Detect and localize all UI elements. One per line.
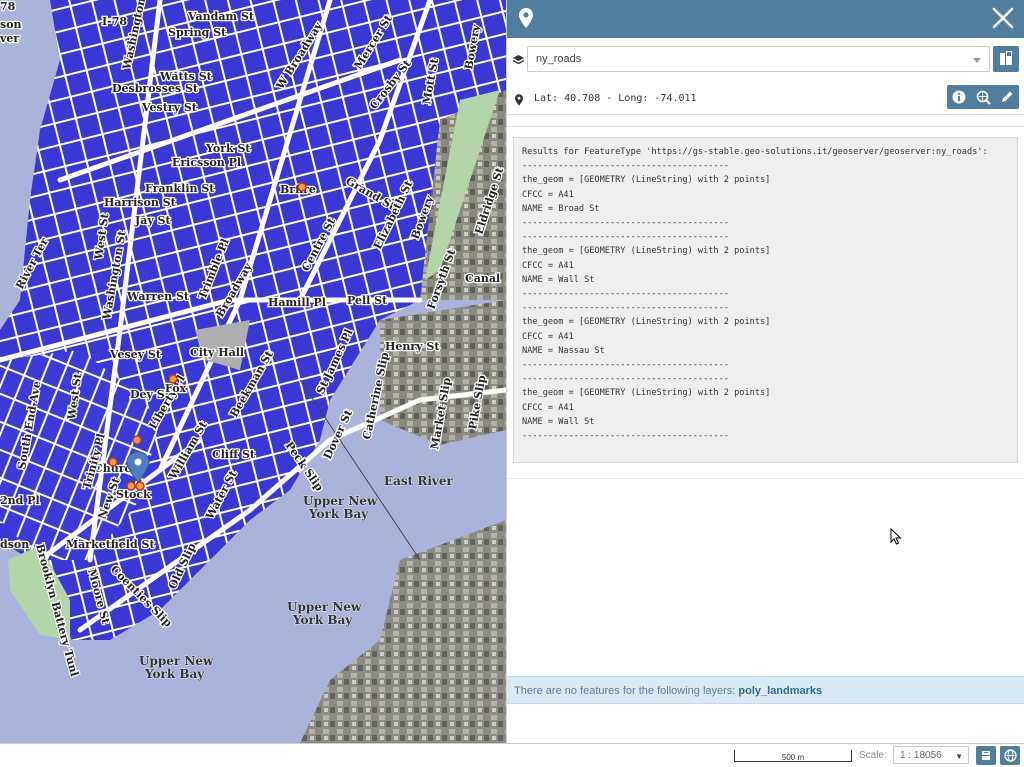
feature-info-results: Results for FeatureType 'https://gs-stab… bbox=[513, 137, 1018, 463]
map-marker-icon bbox=[519, 8, 533, 33]
feature-cfcc: CFCC = A41 bbox=[522, 260, 574, 271]
chevron-down-icon bbox=[973, 58, 981, 63]
map-label: Warren St bbox=[126, 290, 190, 303]
water-label: Upper New bbox=[287, 600, 362, 614]
map-book-icon bbox=[1000, 51, 1012, 65]
map-label: Ericsson Pl bbox=[172, 156, 241, 169]
separator: ---------------------------------------- bbox=[522, 303, 729, 314]
coordinates-toolbar bbox=[947, 85, 1019, 109]
water-label: York Bay bbox=[308, 507, 369, 521]
zoom-to-point-button[interactable] bbox=[971, 85, 995, 109]
panel-header bbox=[507, 0, 1024, 38]
feature-geom: the_geom = [GEOMETRY (LineString) with 2… bbox=[522, 246, 771, 257]
map-label: ver bbox=[0, 32, 19, 45]
globe-button[interactable] bbox=[1000, 746, 1020, 765]
stack-icon bbox=[982, 750, 990, 760]
scale-label: Scale: bbox=[859, 750, 887, 761]
scale-bar-label: 500 m bbox=[781, 753, 805, 762]
globe-search-icon bbox=[976, 90, 991, 105]
divider bbox=[507, 126, 1024, 127]
feature-name: NAME = Wall St bbox=[522, 274, 595, 285]
map-label: Cliff St bbox=[212, 448, 256, 461]
map-label: Vestry St bbox=[141, 101, 198, 114]
coordinates-text: Lat: 40.708 - Long: -74.011 bbox=[534, 93, 697, 104]
close-icon[interactable] bbox=[992, 7, 1014, 34]
feature-geom: the_geom = [GEOMETRY (LineString) with 2… bbox=[522, 175, 771, 186]
map-label: Canal bbox=[465, 272, 500, 285]
no-features-text: There are no features for the following … bbox=[514, 685, 736, 697]
water-label: York Bay bbox=[292, 613, 353, 627]
map-label: I-78 bbox=[102, 15, 127, 28]
map-label: Jay St bbox=[134, 214, 171, 227]
map-label: dson bbox=[0, 538, 29, 551]
map-label: Vandam St bbox=[187, 10, 255, 23]
divider bbox=[507, 478, 1024, 479]
map-view[interactable]: Vandam St Spring St I-78 Watts St Desbro… bbox=[0, 0, 506, 743]
identify-panel: ny_roads Lat: 40.708 - Long: -74.011 Res… bbox=[506, 0, 1024, 743]
separator: ---------------------------------------- bbox=[522, 374, 729, 385]
separator: ---------------------------------------- bbox=[522, 289, 729, 300]
feature-name: NAME = Nassau St bbox=[522, 345, 605, 356]
feature-geom: the_geom = [GEOMETRY (LineString) with 2… bbox=[522, 317, 771, 328]
map-label: 2nd Pl bbox=[0, 494, 40, 507]
mouse-cursor-icon bbox=[890, 527, 902, 550]
no-features-alert: There are no features for the following … bbox=[507, 676, 1024, 704]
map-label: Franklin St bbox=[145, 182, 215, 195]
map-label: Hamill Pl bbox=[268, 296, 326, 309]
separator: ---------------------------------------- bbox=[522, 161, 729, 172]
feature-cfcc: CFCC = A41 bbox=[522, 331, 574, 342]
map-label: Vesey St bbox=[109, 348, 162, 361]
layer-select-value: ny_roads bbox=[536, 53, 582, 65]
scale-select[interactable]: 1 : 18056 ▼ bbox=[893, 746, 969, 764]
results-header: Results for FeatureType 'https://gs-stab… bbox=[522, 147, 988, 157]
map-label: Fox bbox=[165, 382, 187, 395]
layer-selector-row: ny_roads bbox=[507, 44, 1024, 74]
map-label: son bbox=[0, 18, 22, 31]
map-label: Marketfield St bbox=[66, 538, 155, 551]
info-button[interactable] bbox=[947, 85, 971, 109]
chevron-down-icon: ▼ bbox=[955, 752, 963, 761]
feature-cfcc: CFCC = A41 bbox=[522, 402, 574, 413]
map-label: Desbrosses St bbox=[112, 82, 199, 95]
map-label: Pell St bbox=[347, 294, 388, 307]
coordinates-row: Lat: 40.708 - Long: -74.011 bbox=[507, 84, 1024, 115]
feature-cfcc: CFCC = A41 bbox=[522, 189, 574, 200]
separator: ---------------------------------------- bbox=[522, 360, 729, 371]
layer-options-button[interactable] bbox=[993, 46, 1019, 72]
map-label: City Hall bbox=[190, 346, 244, 359]
map-canvas[interactable]: Vandam St Spring St I-78 Watts St Desbro… bbox=[0, 0, 506, 743]
scale-value: 1 : 18056 bbox=[900, 750, 942, 761]
separator: ---------------------------------------- bbox=[522, 232, 729, 243]
layers-icon bbox=[512, 53, 525, 71]
feature-geom: the_geom = [GEOMETRY (LineString) with 2… bbox=[522, 388, 771, 399]
map-label: Henry St bbox=[385, 340, 440, 353]
water-label: East River bbox=[384, 474, 454, 488]
info-icon bbox=[952, 90, 966, 104]
map-label: Harrison St bbox=[104, 196, 177, 209]
water-label: Upper New bbox=[139, 654, 214, 668]
layers-toggle-button[interactable] bbox=[976, 746, 996, 765]
water-label: Upper New bbox=[303, 494, 378, 508]
map-label: 78 bbox=[0, 0, 16, 13]
map-label: York St bbox=[205, 142, 251, 155]
map-marker-icon bbox=[515, 93, 523, 111]
edit-button[interactable] bbox=[995, 85, 1019, 109]
water-label: York Bay bbox=[144, 667, 205, 681]
layer-select[interactable]: ny_roads bbox=[527, 46, 990, 72]
status-bar: 500 m Scale: 1 : 18056 ▼ bbox=[0, 743, 1024, 767]
globe-icon bbox=[1003, 749, 1017, 762]
separator: ---------------------------------------- bbox=[522, 218, 729, 229]
feature-name: NAME = Wall St bbox=[522, 416, 595, 427]
pencil-icon bbox=[1002, 91, 1013, 102]
separator: ---------------------------------------- bbox=[522, 431, 729, 442]
feature-name: NAME = Broad St bbox=[522, 203, 600, 214]
map-label: Spring St bbox=[168, 26, 227, 39]
no-features-layer: poly_landmarks bbox=[738, 685, 823, 697]
